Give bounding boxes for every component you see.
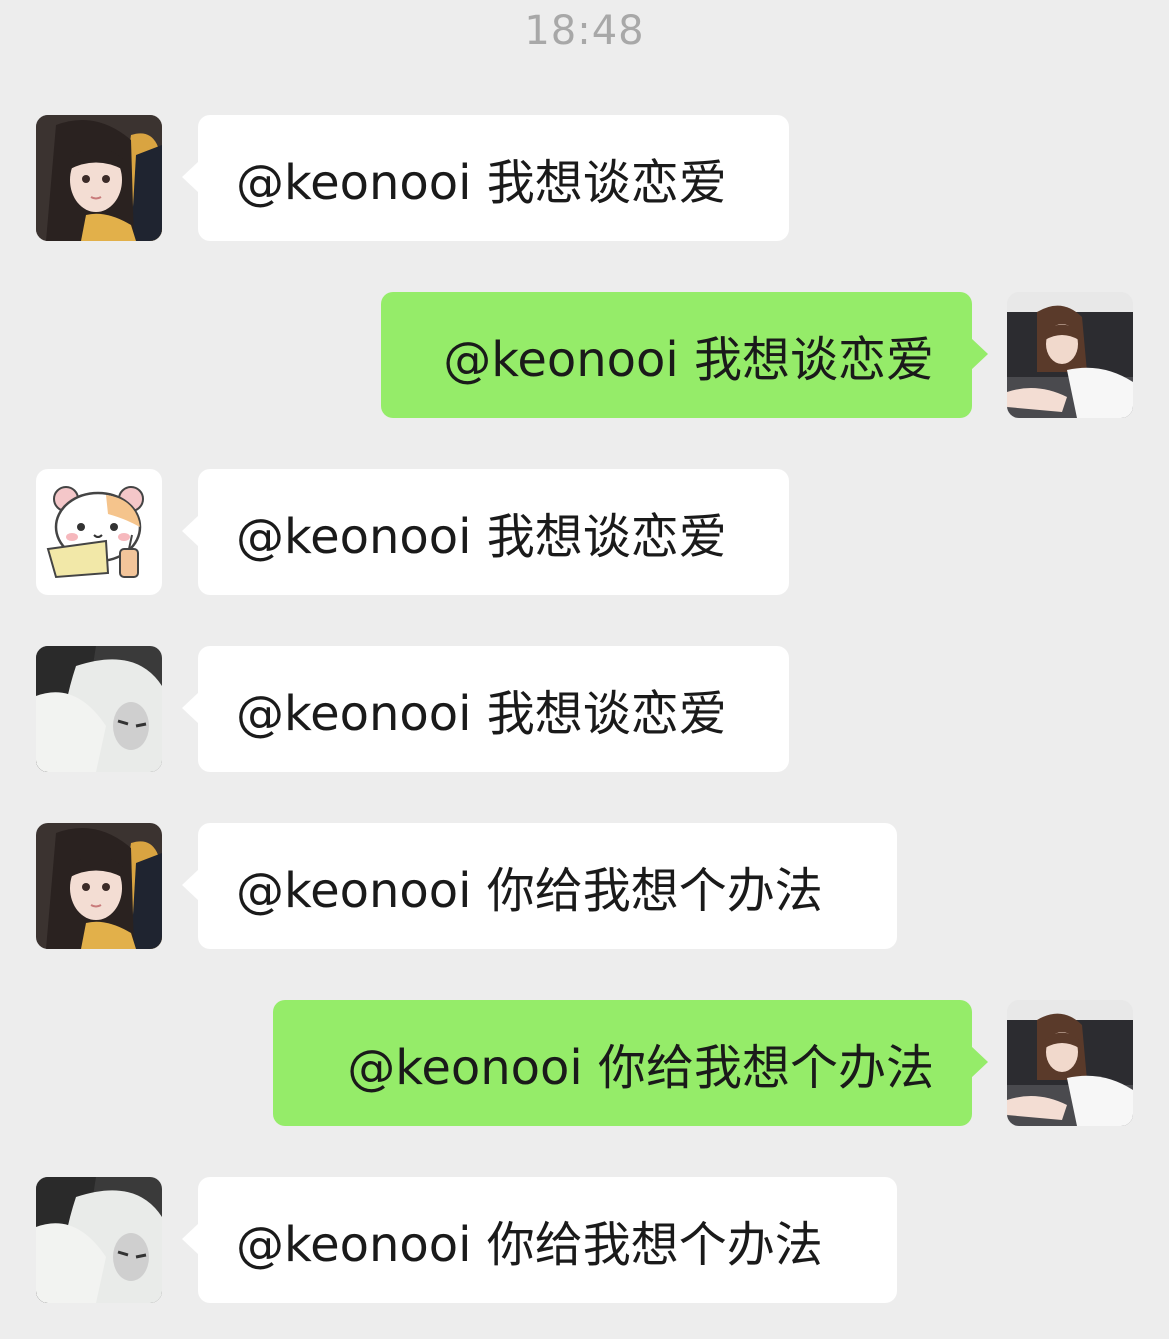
message-bubble-incoming[interactable]: @keonooi 我想谈恋爱 [182,115,789,241]
message-text: @keonooi 你给我想个办法 [236,1217,823,1273]
avatar-white-hair[interactable] [36,1177,162,1303]
message-text: @keonooi 我想谈恋爱 [236,686,727,742]
message-text: @keonooi 你给我想个办法 [236,863,823,919]
avatar-girl-brown-hair[interactable] [1007,1000,1133,1126]
message-bubble-outgoing[interactable]: @keonooi 我想谈恋爱 [381,292,988,418]
avatar-girl-bangs[interactable] [36,115,162,241]
message-text: @keonooi 我想谈恋爱 [236,509,727,565]
message-text: @keonooi 你给我想个办法 [347,1040,934,1096]
message-bubble-incoming[interactable]: @keonooi 你给我想个办法 [182,823,897,949]
message-timestamp: 18:48 [524,8,645,54]
avatar-white-hair[interactable] [36,646,162,772]
avatar-girl-bangs[interactable] [36,823,162,949]
avatar-girl-brown-hair[interactable] [1007,292,1133,418]
message-bubble-incoming[interactable]: @keonooi 我想谈恋爱 [182,646,789,772]
message-text: @keonooi 我想谈恋爱 [236,155,727,211]
message-bubble-incoming[interactable]: @keonooi 我想谈恋爱 [182,469,789,595]
message-text: @keonooi 我想谈恋爱 [443,332,934,388]
message-bubble-outgoing[interactable]: @keonooi 你给我想个办法 [273,1000,988,1126]
message-bubble-incoming[interactable]: @keonooi 你给我想个办法 [182,1177,897,1303]
avatar-hamster-cartoon[interactable] [36,469,162,595]
